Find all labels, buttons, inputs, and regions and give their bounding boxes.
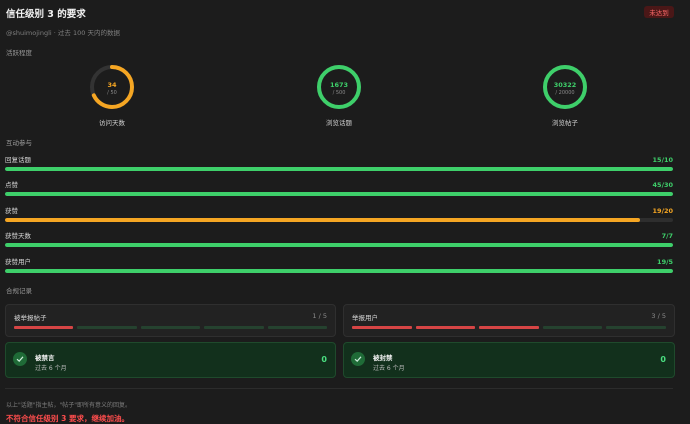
segment	[479, 326, 539, 329]
progress-value: 7/7	[661, 232, 673, 240]
ring-graphic: 30322 / 20000	[543, 65, 587, 109]
segment	[204, 326, 264, 329]
reported-posts-card: 被举报帖子 1 / 5	[5, 304, 336, 337]
segment	[542, 326, 603, 329]
progress-label: 点赞	[5, 181, 18, 189]
segment	[415, 326, 476, 329]
progress-fill	[5, 243, 673, 247]
ring-target: / 20000	[555, 90, 574, 96]
page-title: 信任级别 3 的要求	[6, 9, 86, 20]
progress-fill	[5, 218, 640, 222]
ring-label: 浏览话题	[326, 119, 352, 127]
progress-track	[5, 192, 673, 196]
divider	[5, 388, 673, 389]
segment	[77, 326, 137, 329]
interaction-section-title: 互动参与	[6, 139, 32, 147]
card-title: 被举报帖子	[14, 314, 47, 322]
ring-posts-viewed: 30322 / 20000 浏览帖子	[535, 63, 595, 127]
reporting-users-card: 举报用户 3 / 5	[343, 304, 675, 337]
progress-track	[5, 243, 673, 247]
activity-section-title: 活跃程度	[6, 49, 32, 57]
ring-value: 30322	[554, 81, 577, 89]
progress-row-liked-users: 获赞用户 19/5	[5, 256, 673, 273]
card-subtitle: 过去 6 个月	[35, 365, 67, 372]
progress-value: 15/10	[652, 156, 673, 164]
ring-target: / 500	[333, 90, 346, 96]
check-icon	[351, 352, 365, 366]
progress-track	[5, 269, 673, 273]
ring-value: 1673	[330, 81, 348, 89]
footnote: 以上"话题"指主帖，"帖子"即所有意义的回复。	[6, 402, 132, 409]
ring-label: 浏览帖子	[552, 119, 578, 127]
status-badge: 未达到	[644, 6, 674, 18]
suspended-card: 被封禁 过去 6 个月 0	[343, 342, 675, 378]
segment	[140, 326, 201, 329]
result-message: 不符合信任级别 3 要求，继续加油。	[6, 414, 129, 423]
ring-graphic: 1673 / 500	[317, 65, 361, 109]
card-subtitle: 过去 6 个月	[373, 365, 405, 372]
progress-fill	[5, 192, 673, 196]
check-icon	[13, 352, 27, 366]
progress-row-likes-given: 点赞 45/30	[5, 179, 673, 196]
progress-value: 19/20	[652, 207, 673, 215]
ring-target: / 50	[107, 90, 117, 96]
progress-label: 获赞	[5, 207, 18, 215]
ring-label: 访问天数	[99, 119, 125, 127]
card-title: 被封禁	[373, 354, 393, 362]
progress-value: 19/5	[657, 258, 673, 266]
progress-row-replies: 回复话题 15/10	[5, 154, 673, 171]
progress-label: 回复话题	[5, 156, 31, 164]
segment-bar	[14, 326, 328, 329]
ring-visit-days: 34 / 50 访问天数	[82, 63, 142, 127]
card-value: 0	[660, 355, 666, 364]
progress-value: 45/30	[652, 181, 673, 189]
ring-value: 34	[107, 81, 117, 89]
progress-label: 获赞天数	[5, 232, 31, 240]
progress-fill	[5, 167, 673, 171]
progress-track	[5, 218, 673, 222]
ring-graphic: 34 / 50	[90, 65, 134, 109]
progress-track	[5, 167, 673, 171]
silenced-card: 被禁言 过去 6 个月 0	[5, 342, 336, 378]
card-title: 被禁言	[35, 354, 55, 362]
segment-bar	[352, 326, 666, 329]
segment	[606, 326, 666, 329]
card-title: 举报用户	[352, 314, 378, 322]
segment	[267, 326, 328, 329]
segment	[352, 326, 412, 329]
progress-row-liked-days: 获赞天数 7/7	[5, 230, 673, 247]
card-count: 3 / 5	[651, 312, 666, 320]
progress-fill	[5, 269, 673, 273]
ring-topics-viewed: 1673 / 500 浏览话题	[309, 63, 369, 127]
page-subtitle: @shuimojingli · 过去 100 天内的数据	[6, 29, 120, 37]
card-value: 0	[321, 355, 327, 364]
card-count: 1 / 5	[312, 312, 327, 320]
compliance-section-title: 合规记录	[6, 287, 32, 295]
progress-row-likes-received: 获赞 19/20	[5, 205, 673, 222]
segment	[14, 326, 74, 329]
progress-label: 获赞用户	[5, 258, 31, 266]
